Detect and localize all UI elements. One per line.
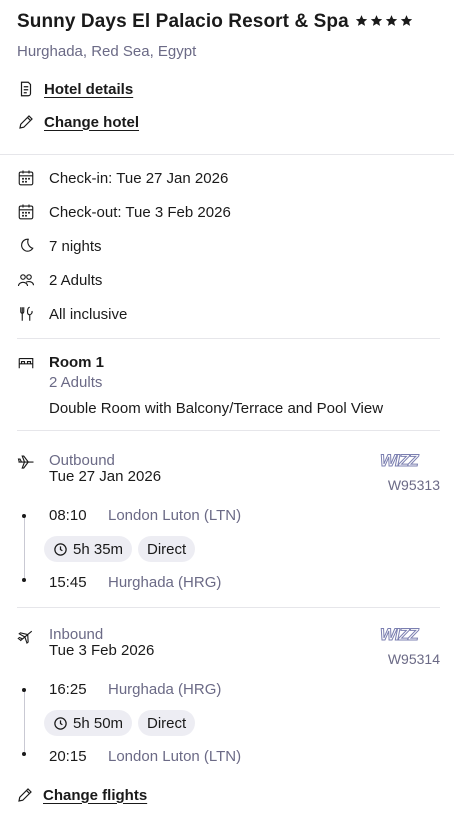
change-flights-label[interactable]: Change flights [43, 787, 147, 804]
divider [17, 607, 440, 608]
checkout-text: Check-out: Tue 3 Feb 2026 [49, 203, 231, 221]
hotel-details-label[interactable]: Hotel details [44, 81, 133, 98]
inbound-depart-time: 16:25 [49, 681, 87, 698]
hotel-details-link[interactable]: Hotel details [17, 80, 133, 98]
duration-text: 5h 35m [73, 540, 124, 558]
checkout-row: Check-out: Tue 3 Feb 2026 [17, 203, 231, 221]
star-rating [355, 14, 413, 27]
calendar-icon [17, 203, 35, 221]
inbound-depart-airport: Hurghada (HRG) [108, 681, 222, 698]
outbound-arrive-time: 15:45 [49, 574, 87, 591]
divider [17, 430, 440, 431]
change-hotel-link[interactable]: Change hotel [17, 113, 139, 131]
timeline-dot [22, 578, 26, 582]
guests-text: 2 Adults [49, 271, 103, 289]
bed-icon [17, 354, 35, 372]
board-row: All inclusive [17, 305, 127, 323]
pencil-icon [17, 113, 35, 131]
calendar-icon [17, 169, 35, 187]
clock-icon [54, 542, 67, 556]
star-icon [370, 15, 383, 26]
document-icon [17, 80, 35, 98]
star-icon [355, 15, 368, 26]
room-guests: 2 Adults [49, 374, 103, 391]
inbound-arrive-airport: London Luton (LTN) [108, 748, 242, 765]
inbound-arrive-time: 20:15 [49, 748, 87, 765]
board-text: All inclusive [49, 305, 128, 323]
timeline-dot [22, 514, 26, 518]
duration-badge: 5h 50m [44, 710, 133, 736]
plane-inbound-icon [17, 627, 35, 645]
users-icon [17, 271, 35, 289]
inbound-flight-number: W95314 [387, 651, 440, 667]
change-hotel-label[interactable]: Change hotel [44, 114, 139, 131]
star-icon [385, 15, 398, 26]
checkin-text: Check-in: Tue 27 Jan 2026 [49, 169, 229, 187]
guests-row: 2 Adults [17, 271, 102, 289]
timeline-line [24, 516, 25, 580]
moon-icon [17, 237, 35, 255]
nights-text: 7 nights [49, 237, 102, 255]
plane-outbound-icon [17, 453, 35, 471]
room-description: Double Room with Balcony/Terrace and Poo… [49, 400, 384, 417]
room-title: Room 1 [49, 354, 105, 371]
stops-text: Direct [147, 714, 187, 732]
divider [17, 338, 440, 339]
stops-badge: Direct [138, 710, 196, 736]
outbound-depart-time: 08:10 [49, 507, 87, 524]
duration-text: 5h 50m [73, 714, 124, 732]
inbound-date: Tue 3 Feb 2026 [49, 642, 155, 659]
checkin-row: Check-in: Tue 27 Jan 2026 [17, 169, 228, 187]
stops-text: Direct [147, 540, 187, 558]
timeline-dot [22, 688, 26, 692]
outbound-date: Tue 27 Jan 2026 [49, 468, 162, 485]
outbound-arrive-airport: Hurghada (HRG) [108, 574, 222, 591]
hotel-location: Hurghada, Red Sea, Egypt [17, 43, 197, 60]
hotel-name: Sunny Days El Palacio Resort & Spa [17, 11, 349, 32]
star-icon [400, 15, 413, 26]
inbound-label: Inbound [49, 626, 104, 643]
change-flights-link[interactable]: Change flights [16, 786, 147, 804]
stops-badge: Direct [138, 536, 196, 562]
cutlery-icon [17, 305, 35, 323]
airline-logo: WIZZ [380, 451, 420, 471]
timeline-dot [22, 752, 26, 756]
outbound-depart-airport: London Luton (LTN) [108, 507, 242, 524]
outbound-label: Outbound [49, 452, 115, 469]
outbound-flight-number: W95313 [387, 477, 440, 493]
clock-icon [54, 716, 67, 730]
pencil-icon [16, 786, 34, 804]
airline-logo: WIZZ [380, 625, 420, 645]
duration-badge: 5h 35m [44, 536, 133, 562]
nights-row: 7 nights [17, 237, 102, 255]
divider [0, 154, 454, 155]
timeline-line [24, 690, 25, 754]
